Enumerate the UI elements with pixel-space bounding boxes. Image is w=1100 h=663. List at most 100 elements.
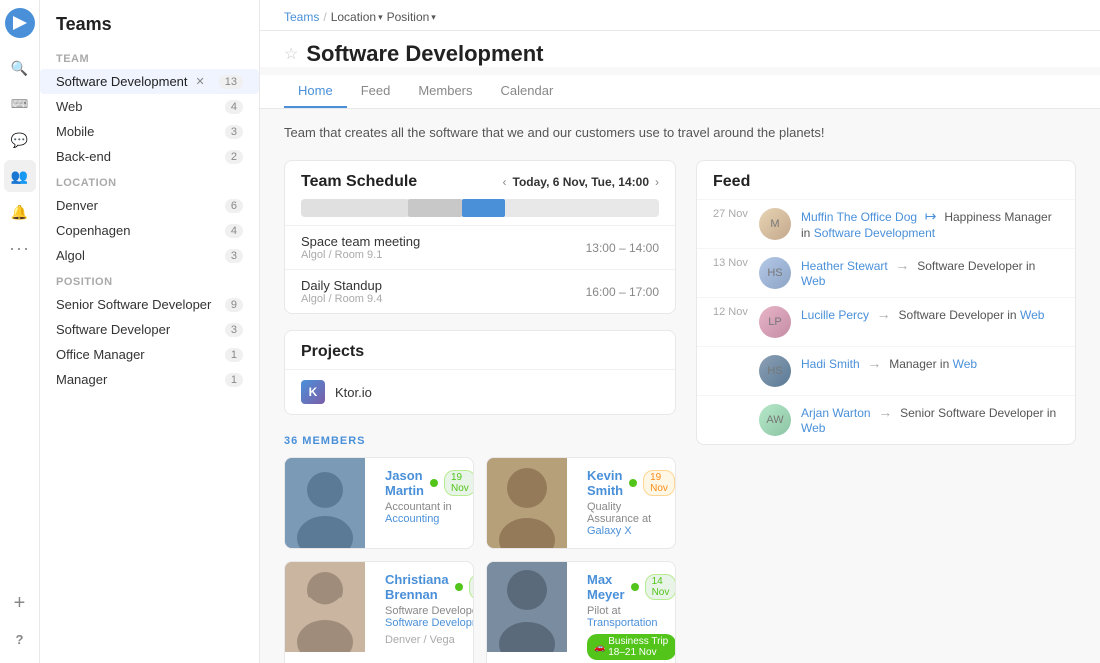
feed-person-lucille[interactable]: Lucille Percy <box>801 308 869 322</box>
feed-person-heather[interactable]: Heather Stewart <box>801 259 888 273</box>
member-role-kevin: Quality Assurance at Galaxy X <box>587 501 675 537</box>
member-badge-christiana: 15 Nov <box>469 574 474 600</box>
feed-person-hadi[interactable]: Hadi Smith <box>801 357 860 371</box>
sidebar-item-web[interactable]: Web 4 <box>40 94 259 119</box>
right-column: Feed 27 Nov M Muffin The Office Dog ↦ Ha… <box>696 160 1076 445</box>
feed-person-muffin[interactable]: Muffin The Office Dog <box>801 210 917 224</box>
sidebar-item-manager[interactable]: Manager 1 <box>40 367 259 392</box>
shortcuts-icon-btn[interactable]: ⌨ <box>4 88 36 120</box>
member-photo-kevin <box>487 458 567 548</box>
feed-title: Feed <box>697 161 1075 199</box>
member-badge-kevin: 19 Nov <box>643 470 675 496</box>
sidebar-item-mobile[interactable]: Mobile 3 <box>40 119 259 144</box>
project-icon-ktor: K <box>301 380 325 404</box>
sidebar-item-denver[interactable]: Denver 6 <box>40 193 259 218</box>
member-badge-jason: 19 Nov <box>444 470 474 496</box>
member-card-jason-martin[interactable]: Jason Martin 19 Nov Accountant in Accoun… <box>284 457 474 549</box>
favorite-star-icon[interactable]: ☆ <box>284 44 298 64</box>
member-status-christiana <box>455 583 463 591</box>
tab-home[interactable]: Home <box>284 75 347 108</box>
content-area: Team that creates all the software that … <box>260 109 1100 663</box>
sidebar-item-senior-software-developer[interactable]: Senior Software Developer 9 <box>40 292 259 317</box>
app-logo[interactable] <box>5 8 35 38</box>
sidebar-item-software-development[interactable]: Software Development ✕ 13 <box>40 69 259 94</box>
page-header: ☆ Software Development <box>260 31 1100 67</box>
breadcrumb-location[interactable]: Location ▾ <box>331 10 383 24</box>
member-name-christiana[interactable]: Christiana Brennan <box>385 572 449 602</box>
timeline-seg-1 <box>301 199 408 217</box>
feed-team-heather[interactable]: Web <box>801 274 825 288</box>
tab-feed[interactable]: Feed <box>347 75 405 108</box>
feed-date-0: 27 Nov <box>713 208 749 220</box>
member-role-link-max[interactable]: Transportation <box>587 617 658 629</box>
feed-team-muffin[interactable]: Software Development <box>814 226 935 240</box>
sidebar-item-office-manager[interactable]: Office Manager 1 <box>40 342 259 367</box>
schedule-prev-btn[interactable]: ‹ <box>503 175 507 189</box>
members-grid: Jason Martin 19 Nov Accountant in Accoun… <box>284 457 676 663</box>
left-column: Team Schedule ‹ Today, 6 Nov, Tue, 14:00… <box>284 160 676 663</box>
feed-item-4: AW Arjan Warton → Senior Software Develo… <box>697 395 1075 444</box>
member-photo-jason <box>285 458 365 548</box>
member-status-max <box>631 583 639 591</box>
member-role-christiana: Software Developer at Software Developme… <box>385 605 474 629</box>
feed-avatar-lucille: LP <box>759 306 791 338</box>
feed-team-hadi[interactable]: Web <box>953 357 977 371</box>
icon-bar: 🔍 ⌨ 💬 👥 🔔 ··· + ? <box>0 0 40 663</box>
schedule-today[interactable]: Today, 6 Nov, Tue, 14:00 <box>513 175 650 189</box>
feed-item-0: 27 Nov M Muffin The Office Dog ↦ Happine… <box>697 199 1075 248</box>
member-role-link-kevin[interactable]: Galaxy X <box>587 525 632 537</box>
position-section-label: Position <box>40 268 259 292</box>
member-photo-christiana <box>285 562 365 652</box>
sidebar-item-software-developer[interactable]: Software Developer 3 <box>40 317 259 342</box>
sidebar-item-copenhagen[interactable]: Copenhagen 4 <box>40 218 259 243</box>
member-card-max[interactable]: Max Meyer 14 Nov Pilot at Transportation <box>486 561 676 663</box>
breadcrumb: Teams / Location ▾ Position ▾ <box>260 0 1100 31</box>
schedule-next-btn[interactable]: › <box>655 175 659 189</box>
member-card-kevin-smith[interactable]: Kevin Smith 19 Nov Quality Assurance at … <box>486 457 676 549</box>
team-section-label: Team <box>40 45 259 69</box>
member-status-jason <box>430 479 438 487</box>
add-icon-btn[interactable]: + <box>4 587 36 619</box>
team-description: Team that creates all the software that … <box>284 125 1076 140</box>
chat-icon-btn[interactable]: 💬 <box>4 124 36 156</box>
schedule-event-0[interactable]: Space team meeting Algol / Room 9.1 13:0… <box>285 225 675 269</box>
feed-date-2: 12 Nov <box>713 306 749 318</box>
member-card-christiana[interactable]: Christiana Brennan 15 Nov Software Devel… <box>284 561 474 663</box>
member-role-max: Pilot at Transportation <box>587 605 676 629</box>
timeline-seg-2 <box>408 199 462 217</box>
feed-item-2: 12 Nov LP Lucille Percy → Software Devel… <box>697 297 1075 346</box>
page-title: Software Development <box>306 41 543 67</box>
timeline-seg-4 <box>505 199 659 217</box>
sidebar-item-algol[interactable]: Algol 3 <box>40 243 259 268</box>
member-role-link-christiana[interactable]: Software Development <box>385 617 474 629</box>
schedule-event-1[interactable]: Daily Standup Algol / Room 9.4 16:00 – 1… <box>285 269 675 313</box>
feed-date-1: 13 Nov <box>713 257 749 269</box>
feed-team-arjan[interactable]: Web <box>801 421 825 435</box>
close-software-development[interactable]: ✕ <box>196 75 205 88</box>
help-icon-btn[interactable]: ? <box>4 623 36 655</box>
sidebar-item-backend[interactable]: Back-end 2 <box>40 144 259 169</box>
feed-person-arjan[interactable]: Arjan Warton <box>801 406 871 420</box>
sidebar: Teams Team Software Development ✕ 13 Web… <box>40 0 260 663</box>
member-name-kevin[interactable]: Kevin Smith <box>587 468 623 498</box>
breadcrumb-teams[interactable]: Teams <box>284 10 319 24</box>
member-role-jason: Accountant in Accounting <box>385 501 474 525</box>
people-icon-btn[interactable]: 👥 <box>4 160 36 192</box>
location-chevron-icon: ▾ <box>378 12 383 23</box>
projects-title: Projects <box>285 331 675 369</box>
bell-icon-btn[interactable]: 🔔 <box>4 196 36 228</box>
schedule-card: Team Schedule ‹ Today, 6 Nov, Tue, 14:00… <box>284 160 676 314</box>
search-icon-btn[interactable]: 🔍 <box>4 52 36 84</box>
breadcrumb-position[interactable]: Position ▾ <box>387 10 436 24</box>
tab-calendar[interactable]: Calendar <box>487 75 568 108</box>
more-icon-btn[interactable]: ··· <box>4 232 36 264</box>
member-name-jason[interactable]: Jason Martin <box>385 468 424 498</box>
member-photo-max <box>487 562 567 652</box>
member-role-link-jason[interactable]: Accounting <box>385 513 439 525</box>
project-item-ktor[interactable]: K Ktor.io <box>285 369 675 414</box>
position-chevron-icon: ▾ <box>431 12 436 23</box>
tab-members[interactable]: Members <box>404 75 486 108</box>
member-name-max[interactable]: Max Meyer <box>587 572 625 602</box>
feed-avatar-hadi: HS <box>759 355 791 387</box>
feed-team-lucille[interactable]: Web <box>1020 308 1044 322</box>
